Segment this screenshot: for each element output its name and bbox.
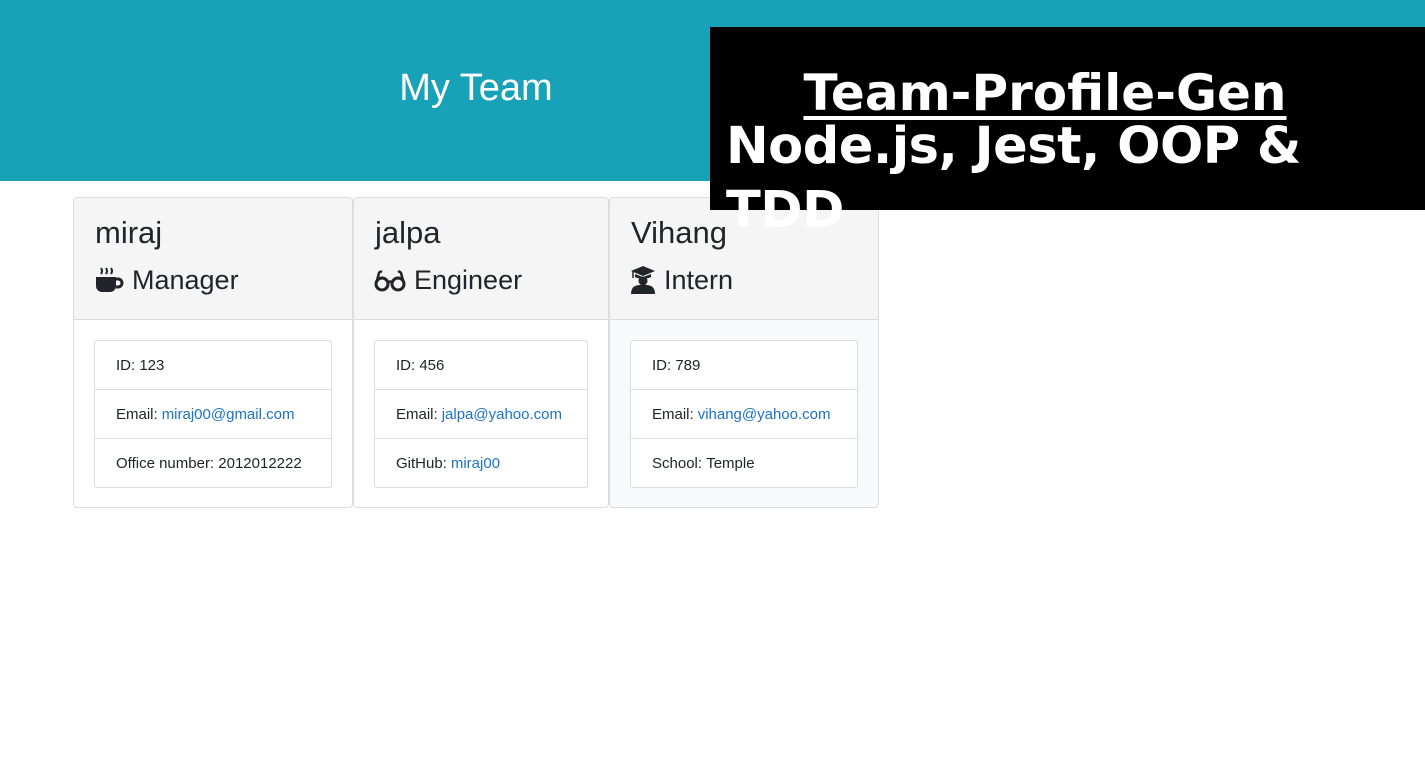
employee-name: Vihang [631, 215, 727, 250]
project-banner: Team-Profile-Gen Node.js, Jest, OOP & TD… [710, 27, 1425, 240]
email-item: Email: vihang@yahoo.com [631, 390, 857, 439]
employee-role: Intern [630, 262, 733, 298]
id-label: ID: [652, 356, 672, 374]
id-label: ID: [396, 356, 416, 374]
role-label: Manager [132, 265, 239, 295]
id-item: ID: 456 [375, 341, 587, 390]
office-number-item: Office number: 2012012222 [95, 439, 331, 487]
employee-card-intern: Vihang Intern ID: 789 Email: vihang@yaho… [609, 197, 879, 508]
employee-role: Engineer [374, 262, 522, 298]
card-header: miraj Manager [74, 198, 352, 320]
info-list: ID: 123 Email: miraj00@gmail.com Office … [94, 340, 332, 488]
mug-icon [94, 265, 124, 295]
school-label: School: [652, 454, 703, 472]
office-number-value: 2012012222 [218, 454, 302, 472]
email-link[interactable]: miraj00@gmail.com [162, 406, 295, 423]
github-link[interactable]: miraj00 [451, 455, 500, 472]
id-item: ID: 123 [95, 341, 331, 390]
banner-subtitle: Node.js, Jest, OOP & TDD [726, 117, 1301, 240]
employee-card-manager: miraj Manager ID: 123 Email: miraj00@gma… [73, 197, 353, 508]
email-link[interactable]: vihang@yahoo.com [698, 406, 831, 423]
email-link[interactable]: jalpa@yahoo.com [442, 406, 562, 423]
banner-title: Team-Profile-Gen [803, 64, 1287, 122]
page: My Team miraj Manager ID: 123 Email: mir… [0, 0, 1425, 769]
glasses-icon [374, 265, 406, 295]
id-value: 789 [675, 356, 701, 374]
id-value: 456 [419, 356, 445, 374]
github-label: GitHub: [396, 454, 447, 472]
info-list: ID: 456 Email: jalpa@yahoo.com GitHub: m… [374, 340, 588, 488]
role-label: Engineer [414, 265, 523, 295]
email-item: Email: jalpa@yahoo.com [375, 390, 587, 439]
id-label: ID: [116, 356, 136, 374]
role-label: Intern [664, 265, 734, 295]
school-value: Temple [706, 454, 755, 472]
email-label: Email: [652, 405, 694, 423]
info-list: ID: 789 Email: vihang@yahoo.com School: … [630, 340, 858, 488]
employee-name: jalpa [375, 215, 441, 250]
school-item: School: Temple [631, 439, 857, 487]
id-value: 123 [139, 356, 165, 374]
office-number-label: Office number: [116, 454, 215, 472]
employee-name: miraj [95, 215, 163, 250]
email-item: Email: miraj00@gmail.com [95, 390, 331, 439]
github-item: GitHub: miraj00 [375, 439, 587, 487]
email-label: Email: [396, 405, 438, 423]
email-label: Email: [116, 405, 158, 423]
card-header: jalpa Engineer [354, 198, 608, 320]
graduate-icon [630, 265, 656, 295]
id-item: ID: 789 [631, 341, 857, 390]
employee-role: Manager [94, 262, 239, 298]
employee-card-engineer: jalpa Engineer ID: 456 Email: jalpa@yaho… [353, 197, 609, 508]
